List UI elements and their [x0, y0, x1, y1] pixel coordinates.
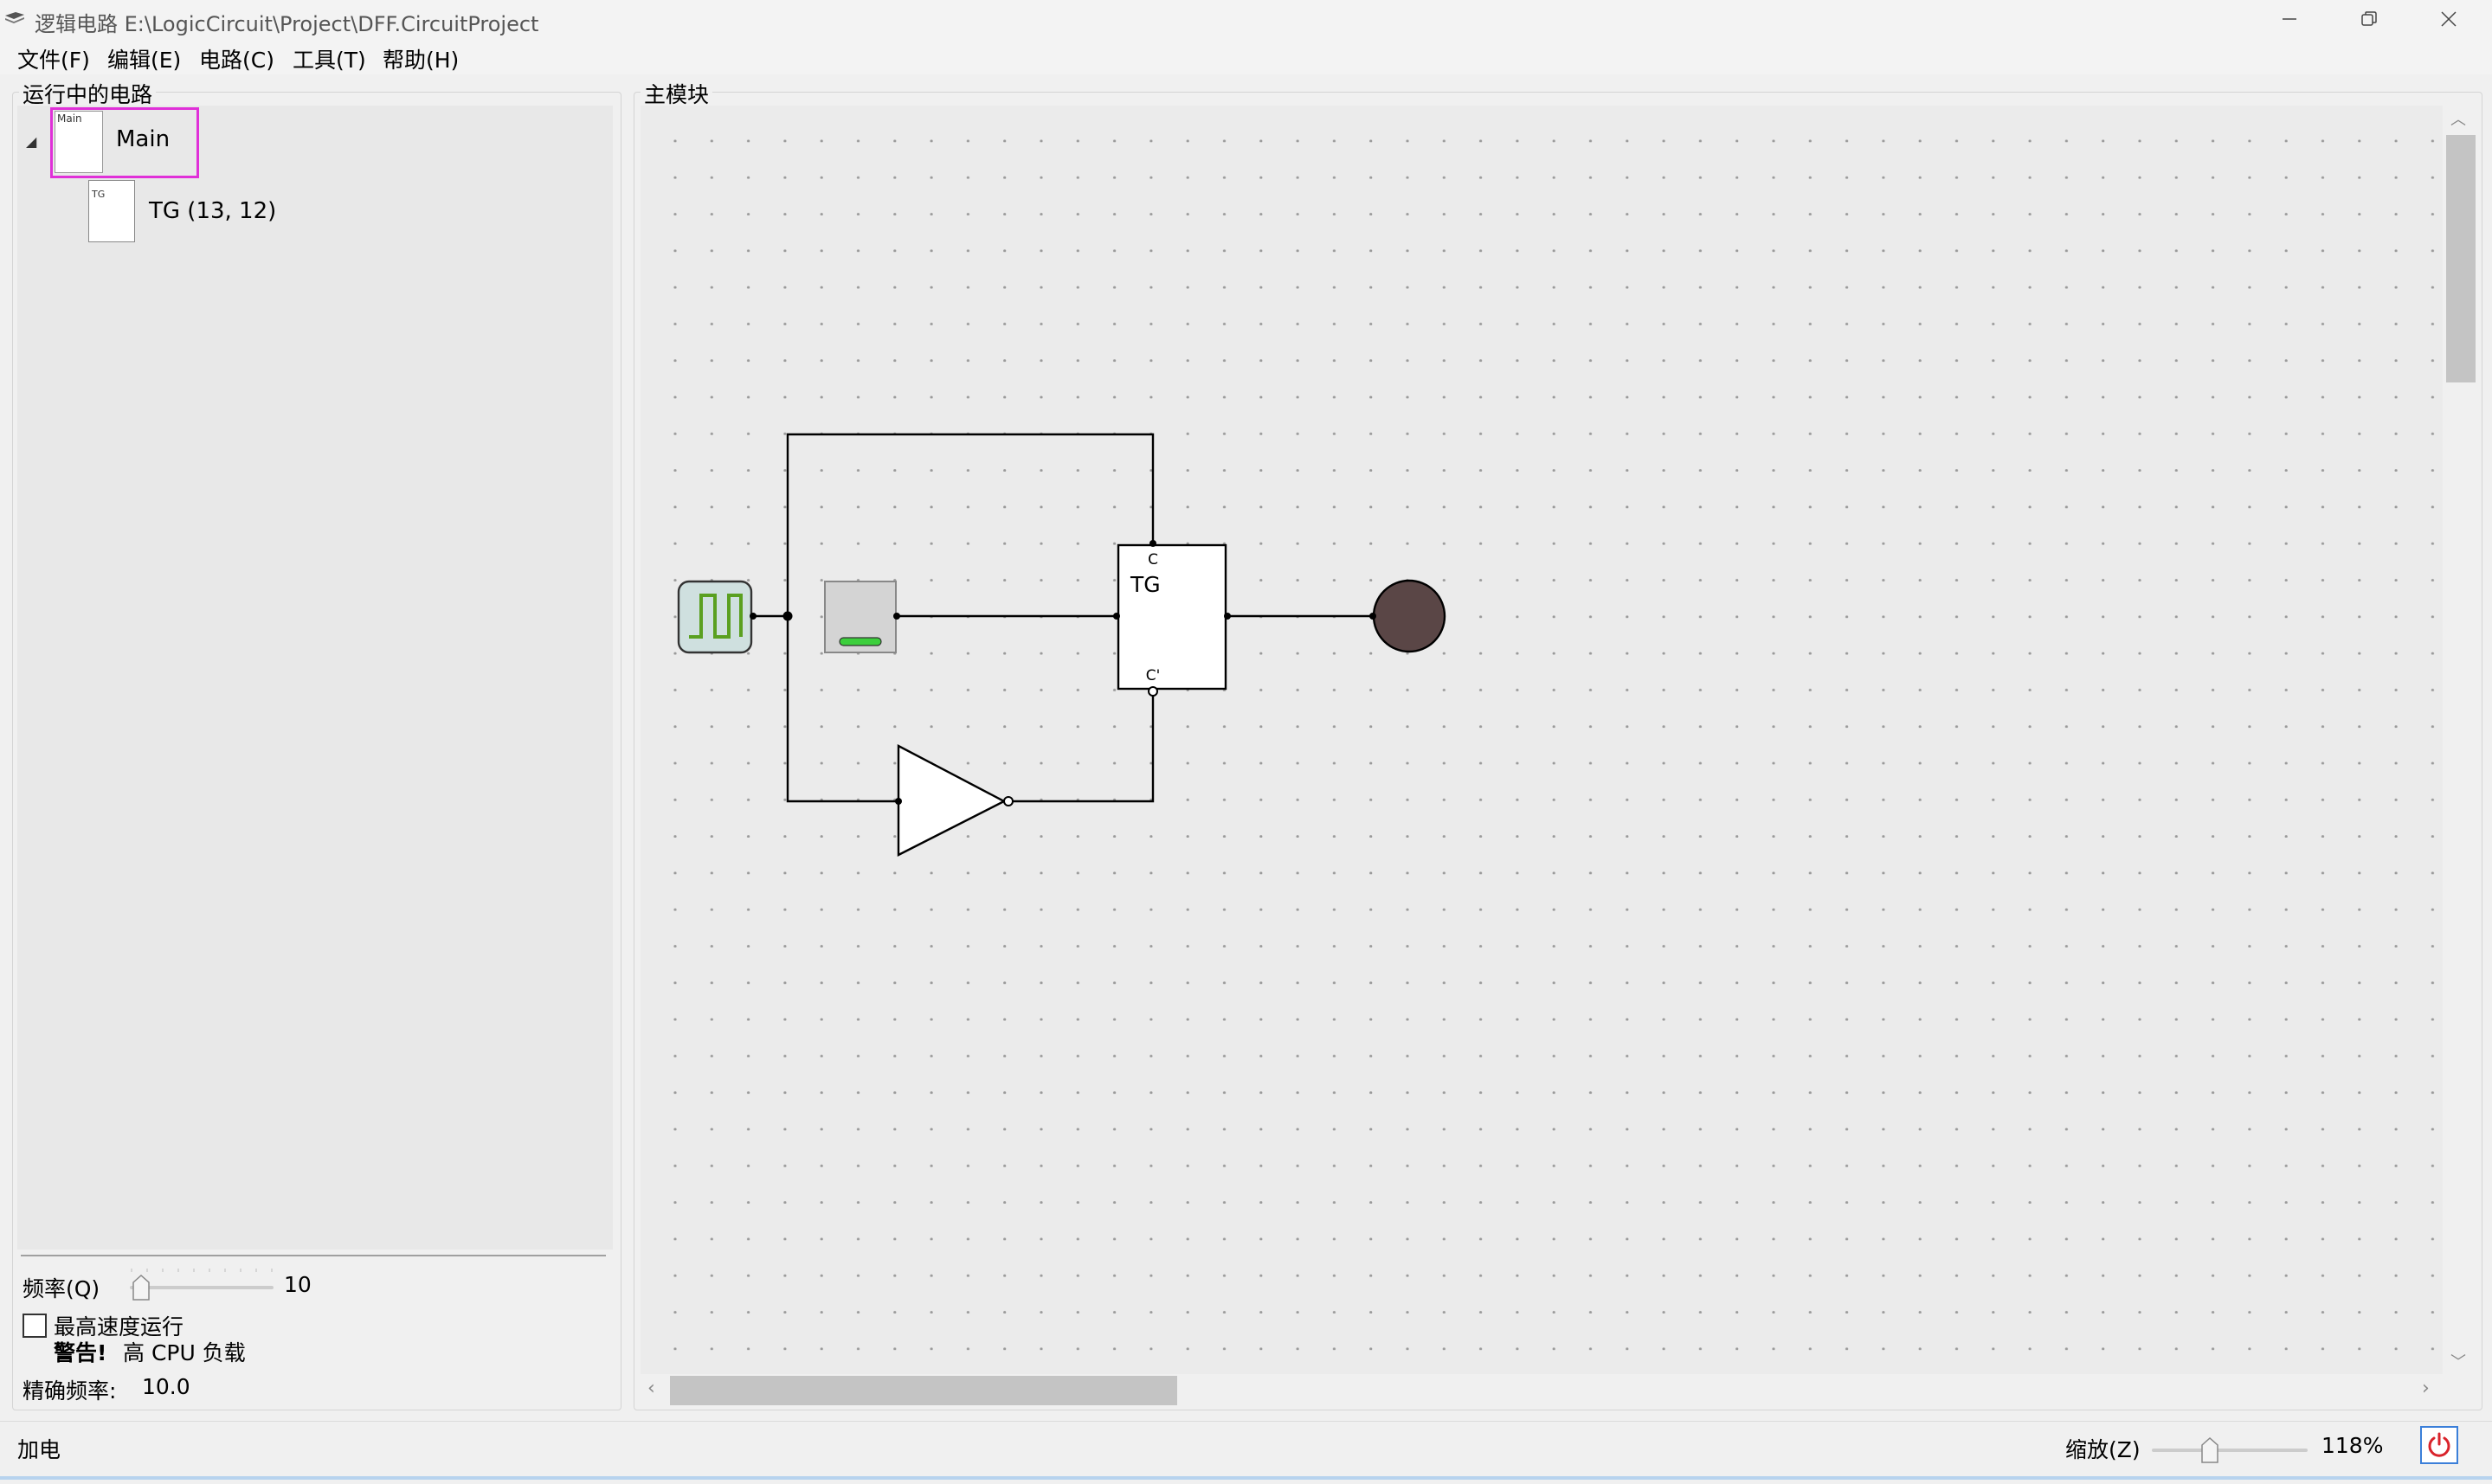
horizontal-scroll-thumb[interactable]	[670, 1376, 1177, 1405]
tg-gate[interactable]: C TG C'	[1113, 540, 1231, 697]
power-icon	[2428, 1432, 2450, 1457]
tree-collapse-icon[interactable]: ◢	[26, 133, 36, 150]
status-text: 加电	[17, 1437, 61, 1462]
tg-pin-c-label: C	[1148, 551, 1158, 569]
vertical-scroll-thumb[interactable]	[2446, 135, 2476, 382]
clock-generator[interactable]	[677, 580, 757, 654]
tg-pin-c-bar-label: C'	[1146, 667, 1161, 684]
actual-frequency-label: 精确频率:	[23, 1378, 117, 1404]
main-module-title: 主模块	[641, 78, 713, 109]
menu-bar: 文件(F) 编辑(E) 电路(C) 工具(T) 帮助(H)	[0, 38, 2492, 74]
menu-help[interactable]: 帮助(H)	[383, 43, 459, 74]
app-icon	[5, 12, 24, 23]
menu-edit[interactable]: 编辑(E)	[107, 43, 181, 74]
frequency-label: 频率(Q)	[23, 1276, 100, 1301]
frequency-slider-thumb[interactable]	[132, 1274, 151, 1301]
circuit-tree[interactable]	[17, 106, 613, 1250]
menu-file[interactable]: 文件(F)	[17, 43, 90, 74]
wire-junction	[782, 611, 793, 621]
scroll-down-icon[interactable]: ﹀	[2450, 1350, 2466, 1372]
minimize-button[interactable]	[2251, 0, 2328, 38]
window-bottom-border	[0, 1476, 2492, 1480]
max-speed-checkbox[interactable]	[23, 1314, 47, 1338]
circuit-canvas[interactable]: C TG C'	[641, 106, 2443, 1374]
scroll-left-icon[interactable]: ‹	[647, 1378, 655, 1399]
tree-item-main-label: Main	[116, 126, 171, 152]
zoom-slider[interactable]	[2152, 1449, 2308, 1452]
panel-divider	[21, 1255, 606, 1256]
power-button[interactable]	[2420, 1426, 2458, 1464]
menu-tools[interactable]: 工具(T)	[293, 43, 366, 74]
tg-label: TG	[1130, 572, 1161, 597]
frequency-value: 10	[284, 1272, 312, 1297]
warning-text: 高 CPU 负载	[123, 1340, 246, 1365]
running-circuits-title: 运行中的电路	[19, 78, 157, 109]
close-button[interactable]	[2410, 0, 2488, 38]
toggle-button[interactable]	[824, 581, 900, 653]
tree-item-tg[interactable]: TG (13, 12)	[149, 198, 276, 224]
menu-circuit[interactable]: 电路(C)	[199, 43, 274, 74]
file-path: E:\LogicCircuit\Project\DFF.CircuitProje…	[124, 12, 539, 36]
zoom-label: 缩放(Z)	[2065, 1437, 2141, 1462]
actual-frequency-value: 10.0	[142, 1374, 190, 1399]
zoom-slider-thumb[interactable]	[2200, 1436, 2219, 1464]
frequency-slider[interactable]	[130, 1286, 274, 1289]
scroll-up-icon[interactable]: ︿	[2450, 107, 2466, 130]
minimize-icon	[2283, 18, 2296, 20]
warning-label: 警告!	[54, 1340, 107, 1365]
window-title: 逻辑电路 E:\LogicCircuit\Project\DFF.Circuit…	[35, 7, 538, 37]
restore-icon	[2361, 11, 2377, 26]
restore-button[interactable]	[2330, 0, 2408, 38]
scroll-right-icon[interactable]: ›	[2422, 1378, 2430, 1399]
frequency-ticks	[131, 1269, 273, 1272]
zoom-value: 118%	[2321, 1433, 2384, 1458]
close-icon	[2441, 11, 2457, 27]
app-name: 逻辑电路	[35, 12, 118, 36]
tg-thumbnail-label: TG	[92, 189, 106, 200]
